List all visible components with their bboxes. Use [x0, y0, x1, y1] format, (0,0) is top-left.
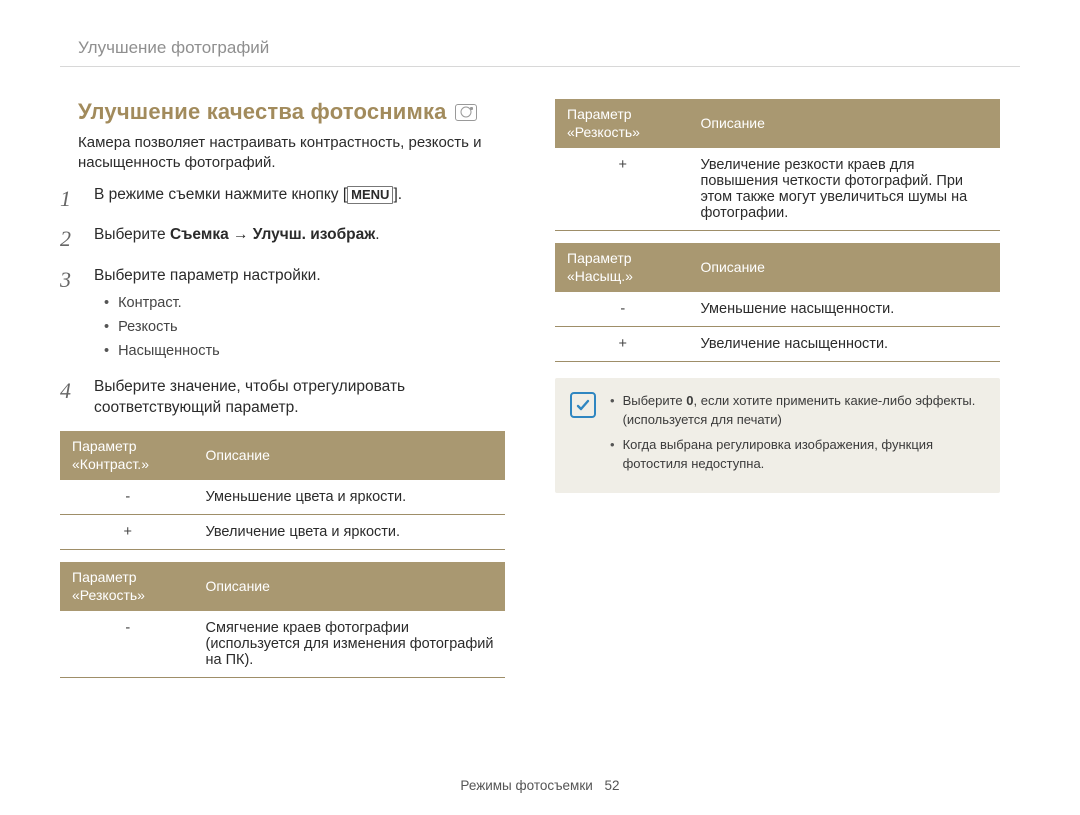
desc-cell: Увеличение насыщенности. — [689, 327, 1001, 362]
param-cell: + — [60, 515, 194, 550]
steps-list: 1 В режиме съемки нажмите кнопку [MENU].… — [60, 184, 505, 420]
sublist-item: Контраст. — [104, 293, 505, 313]
step-4-text: Выберите значение, чтобы отрегулировать … — [94, 378, 405, 417]
table-header-desc: Описание — [194, 431, 506, 480]
desc-cell: Смягчение краев фотографии (используется… — [194, 611, 506, 678]
table-header-param: Параметр «Резкость» — [60, 562, 194, 611]
step-number: 3 — [60, 265, 80, 366]
table-header-param: Параметр «Насыщ.» — [555, 243, 689, 292]
note-item: Выберите 0, если хотите применить какие-… — [610, 392, 985, 430]
note-list: Выберите 0, если хотите применить какие-… — [610, 392, 985, 479]
desc-cell: Уменьшение цвета и яркости. — [194, 480, 506, 515]
table-row: - Смягчение краев фотографии (использует… — [60, 611, 505, 678]
saturation-table: Параметр «Насыщ.» Описание - Уменьшение … — [555, 243, 1000, 362]
content-columns: Улучшение качества фотоснимка Камера поз… — [60, 99, 1020, 678]
param-cell: + — [555, 327, 689, 362]
step-body: Выберите параметр настройки. Контраст. Р… — [94, 265, 505, 366]
table-row: + Увеличение насыщенности. — [555, 327, 1000, 362]
left-column: Улучшение качества фотоснимка Камера поз… — [60, 99, 505, 678]
param-cell: - — [60, 480, 194, 515]
step-number: 2 — [60, 224, 80, 255]
step-body: В режиме съемки нажмите кнопку [MENU]. — [94, 184, 505, 215]
step-1-text-post: ]. — [393, 186, 402, 203]
footer-page-number: 52 — [605, 778, 620, 793]
table-header-param: Параметр «Резкость» — [555, 99, 689, 148]
sharpness-table-right: Параметр «Резкость» Описание + Увеличени… — [555, 99, 1000, 231]
step-2-text-post: . — [375, 226, 379, 243]
section-intro: Камера позволяет настраивать контрастнос… — [78, 133, 505, 174]
step-number: 4 — [60, 376, 80, 419]
table-header-desc: Описание — [194, 562, 506, 611]
param-cell: + — [555, 148, 689, 231]
page-footer: Режимы фотосъемки 52 — [0, 778, 1080, 793]
table-header-desc: Описание — [689, 99, 1001, 148]
table-row: + Увеличение резкости краев для повышени… — [555, 148, 1000, 231]
step-1-text-pre: В режиме съемки нажмите кнопку [ — [94, 186, 347, 203]
desc-cell: Уменьшение насыщенности. — [689, 292, 1001, 327]
sublist-item: Резкость — [104, 317, 505, 337]
menu-button-icon: MENU — [347, 186, 393, 204]
step-1: 1 В режиме съемки нажмите кнопку [MENU]. — [60, 184, 505, 215]
param-cell: - — [60, 611, 194, 678]
step-2-text-pre: Выберите — [94, 226, 170, 243]
sharpness-table-left: Параметр «Резкость» Описание - Смягчение… — [60, 562, 505, 678]
note-box: Выберите 0, если хотите применить какие-… — [555, 378, 1000, 493]
section-title: Улучшение качества фотоснимка — [78, 99, 505, 125]
right-column: Параметр «Резкость» Описание + Увеличени… — [555, 99, 1000, 678]
note-icon — [570, 392, 596, 418]
step-body: Выберите Съемка → Улучш. изображ. — [94, 224, 505, 255]
camera-mode-icon — [455, 104, 477, 121]
table-row: - Уменьшение цвета и яркости. — [60, 480, 505, 515]
step-body: Выберите значение, чтобы отрегулировать … — [94, 376, 505, 419]
table-row: - Уменьшение насыщенности. — [555, 292, 1000, 327]
table-row: + Увеличение цвета и яркости. — [60, 515, 505, 550]
step-3-sublist: Контраст. Резкость Насыщенность — [104, 293, 505, 362]
note-item: Когда выбрана регулировка изображения, ф… — [610, 436, 985, 474]
param-cell: - — [555, 292, 689, 327]
step-3: 3 Выберите параметр настройки. Контраст.… — [60, 265, 505, 366]
breadcrumb: Улучшение фотографий — [60, 38, 1020, 67]
section-title-text: Улучшение качества фотоснимка — [78, 99, 447, 125]
table-header-param: Параметр «Контраст.» — [60, 431, 194, 480]
manual-page: Улучшение фотографий Улучшение качества … — [0, 0, 1080, 815]
step-2-bold: Съемка → Улучш. изображ — [170, 226, 375, 243]
step-3-text: Выберите параметр настройки. — [94, 267, 321, 284]
step-4: 4 Выберите значение, чтобы отрегулироват… — [60, 376, 505, 419]
note-1-pre: Выберите — [623, 393, 687, 408]
contrast-table: Параметр «Контраст.» Описание - Уменьшен… — [60, 431, 505, 550]
desc-cell: Увеличение цвета и яркости. — [194, 515, 506, 550]
step-2: 2 Выберите Съемка → Улучш. изображ. — [60, 224, 505, 255]
footer-section: Режимы фотосъемки — [460, 778, 592, 793]
step-number: 1 — [60, 184, 80, 215]
sublist-item: Насыщенность — [104, 341, 505, 361]
table-header-desc: Описание — [689, 243, 1001, 292]
note-2-text: Когда выбрана регулировка изображения, ф… — [623, 436, 985, 474]
desc-cell: Увеличение резкости краев для повышения … — [689, 148, 1001, 231]
